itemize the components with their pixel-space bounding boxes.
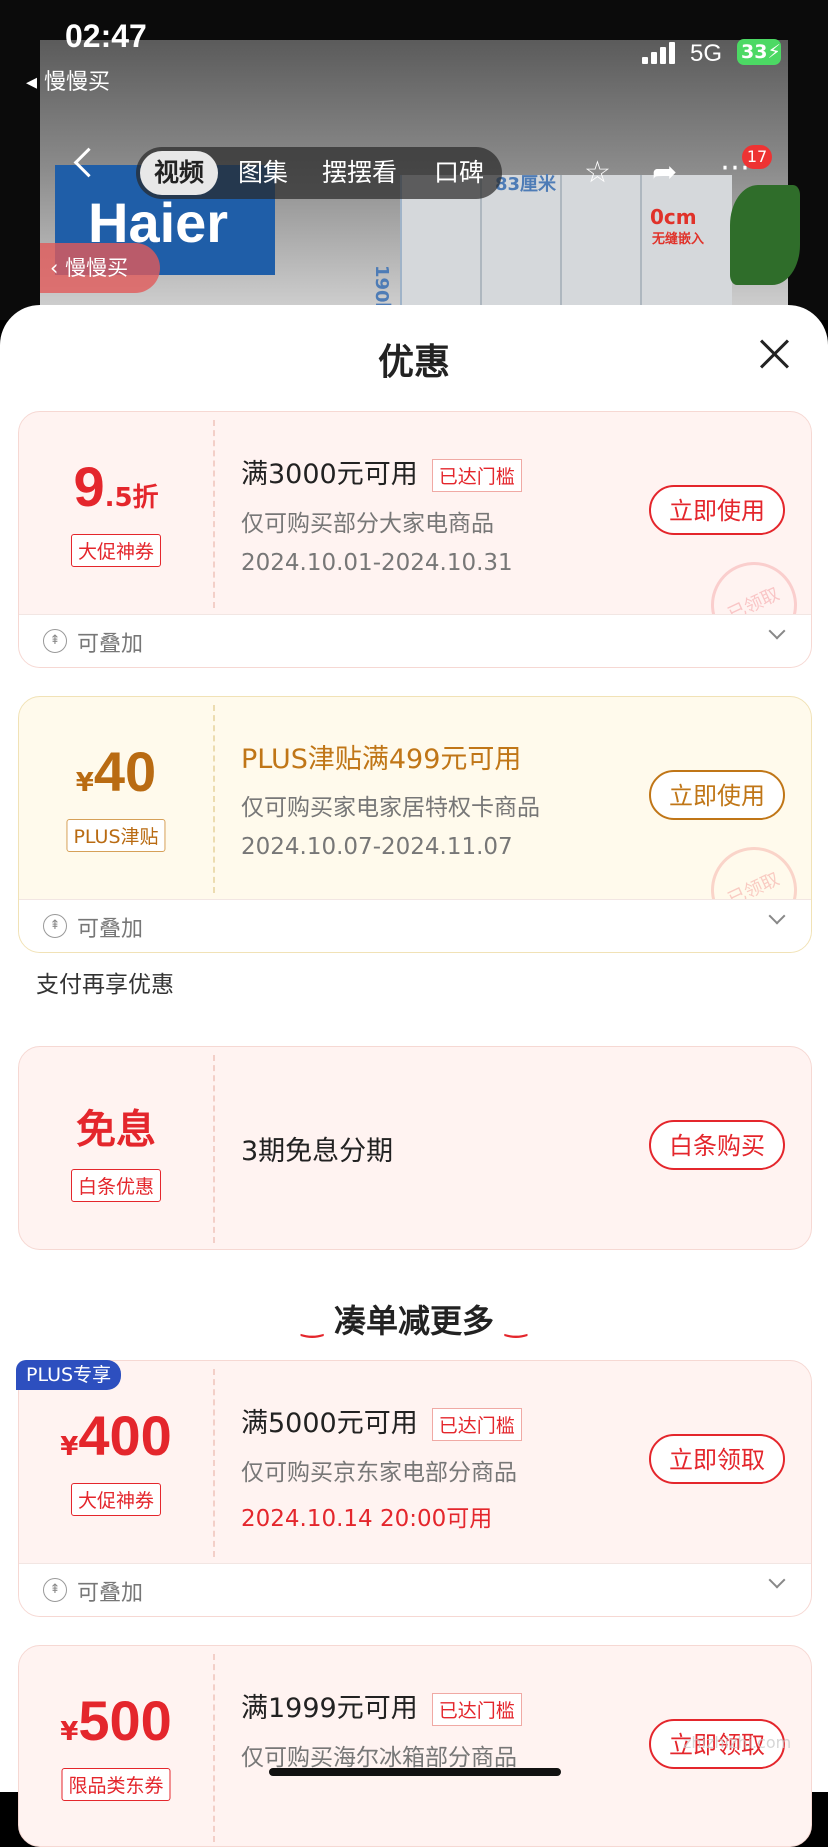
- installment-text: 3期免息分期: [241, 1136, 394, 1167]
- no-gap-label: 无缝嵌入: [652, 232, 705, 247]
- chevron-down-icon[interactable]: [768, 907, 786, 925]
- status-time: 02:47: [65, 18, 147, 54]
- share-icon[interactable]: ➦: [652, 155, 677, 190]
- coupon-value: ¥40 PLUS津贴: [19, 697, 213, 899]
- plant-image: [730, 185, 800, 285]
- coupon-amount: 400: [78, 1404, 172, 1467]
- threshold-badge: 已达门槛: [431, 1408, 522, 1441]
- coupon-divider: [213, 705, 215, 893]
- coupon-tag: 大促神券: [70, 534, 162, 567]
- coupon-card: ¥40 PLUS津贴 PLUS津贴满499元可用 仅可购买家电家居特权卡商品 2…: [18, 696, 812, 953]
- coupon-amount: 9: [73, 455, 105, 518]
- currency-symbol: ¥: [60, 1432, 79, 1462]
- coupon-value: ¥500 限品类东券: [19, 1646, 213, 1846]
- threshold-badge: 已达门槛: [431, 459, 522, 492]
- coupon-condition: 满5000元可用: [241, 1408, 418, 1439]
- installment-tag: 白条优惠: [70, 1169, 162, 1202]
- currency-symbol: ¥: [75, 768, 94, 798]
- installment-amount: 免息: [76, 1108, 156, 1152]
- coupon-date: 2024.10.01-2024.10.31: [241, 550, 513, 576]
- plus-exclusive-flag: PLUS专享: [16, 1360, 122, 1390]
- stack-icon: ⇞: [43, 629, 67, 653]
- stackable-label: 可叠加: [77, 632, 144, 657]
- tab-reviews[interactable]: 口碑: [434, 147, 484, 199]
- stackable-label: 可叠加: [77, 917, 144, 942]
- stackable-row[interactable]: ⇞ 可叠加: [19, 1563, 811, 1616]
- sheet-title: 优惠: [377, 342, 450, 383]
- threshold-badge: 已达门槛: [431, 1693, 522, 1726]
- stack-icon: ⇞: [43, 1578, 67, 1602]
- coupon-divider: [213, 1369, 215, 1557]
- zero-cm-label: 0cm: [650, 205, 697, 229]
- coupon-value: ¥400 大促神券: [19, 1361, 213, 1563]
- status-back-link[interactable]: ◂ 慢慢买: [26, 64, 110, 96]
- currency-symbol: ¥: [60, 1717, 79, 1747]
- tab-video[interactable]: 视频: [140, 151, 219, 195]
- coupon-scope: 仅可购买家电家居特权卡商品: [241, 795, 540, 821]
- stackable-row[interactable]: ⇞ 可叠加: [19, 614, 811, 667]
- coupon-scope: 仅可购买京东家电部分商品: [241, 1460, 517, 1486]
- coupon-condition: 满1999元可用: [241, 1693, 418, 1724]
- coupon-amount-suffix: .5折: [104, 483, 159, 513]
- media-tabs: 视频 图集 摆摆看 口碑: [136, 147, 502, 199]
- back-to-app-badge[interactable]: ‹ 慢慢买: [40, 243, 160, 293]
- chevron-down-icon[interactable]: [768, 1571, 786, 1589]
- coupon-divider: [213, 1654, 215, 1842]
- battery-icon: 33⚡: [737, 39, 781, 65]
- tab-try-placement[interactable]: 摆摆看: [322, 147, 397, 199]
- more-section-title: ‿ 凑单减更多 ‿: [301, 1302, 527, 1340]
- status-back-label: 慢慢买: [44, 70, 111, 95]
- coupon-value: 9.5折 大促神券: [19, 412, 213, 614]
- star-icon[interactable]: ☆: [584, 155, 611, 190]
- coupon-condition: 满3000元可用: [241, 459, 418, 490]
- coupon-date: 2024.10.14 20:00可用: [241, 1506, 493, 1532]
- coupon-divider: [213, 420, 215, 608]
- installment-value: 免息 白条优惠: [19, 1047, 213, 1249]
- stackable-row[interactable]: ⇞ 可叠加: [19, 899, 811, 952]
- fridge-seam: [560, 175, 562, 325]
- dimension-top: 83厘米: [495, 174, 557, 195]
- signal-icon: [642, 42, 680, 64]
- coupon-condition: PLUS津贴满499元可用: [241, 744, 522, 775]
- installment-card: 免息 白条优惠 3期免息分期 白条购买: [18, 1046, 812, 1250]
- payment-section-label: 支付再享优惠: [36, 972, 174, 998]
- coupon-scope: 仅可购买部分大家电商品: [241, 511, 494, 537]
- home-indicator[interactable]: [269, 1768, 561, 1776]
- promotions-sheet: 优惠 9.5折 大促神券 满3000元可用 已达门槛 仅可购买部分大家电商品 20…: [0, 305, 828, 1847]
- coupon-date: 2024.10.07-2024.11.07: [241, 834, 513, 860]
- coupon-divider: [213, 1055, 215, 1243]
- back-to-app-label: 慢慢买: [65, 256, 129, 280]
- stack-icon: ⇞: [43, 914, 67, 938]
- more-section-title-text: 凑单减更多: [333, 1302, 494, 1340]
- coupon-amount: 40: [93, 740, 157, 803]
- watermark: zhizhizhi.com: [683, 1733, 792, 1752]
- close-icon[interactable]: [757, 337, 791, 371]
- coupon-card: 9.5折 大促神券 满3000元可用 已达门槛 仅可购买部分大家电商品 2024.…: [18, 411, 812, 668]
- tab-gallery[interactable]: 图集: [238, 147, 288, 199]
- fridge-seam: [640, 175, 642, 325]
- use-now-button[interactable]: 立即使用: [649, 485, 785, 535]
- notification-badge: 17: [742, 145, 772, 169]
- network-label: 5G: [690, 40, 723, 67]
- coupon-tag: 大促神券: [70, 1483, 162, 1516]
- coupon-tag: PLUS津贴: [66, 819, 166, 852]
- chevron-down-icon[interactable]: [768, 622, 786, 640]
- claim-now-button[interactable]: 立即领取: [649, 1434, 785, 1484]
- use-now-button[interactable]: 立即使用: [649, 770, 785, 820]
- coupon-scope: 仅可购买海尔冰箱部分商品: [241, 1745, 517, 1771]
- battery-level: 33: [741, 41, 768, 63]
- baitiao-buy-button[interactable]: 白条购买: [649, 1120, 785, 1170]
- coupon-tag: 限品类东券: [61, 1768, 171, 1801]
- coupon-amount: 500: [78, 1689, 172, 1752]
- coupon-card: ¥400 大促神券 满5000元可用 已达门槛 仅可购买京东家电部分商品 2024…: [18, 1360, 812, 1617]
- stackable-label: 可叠加: [77, 1581, 144, 1606]
